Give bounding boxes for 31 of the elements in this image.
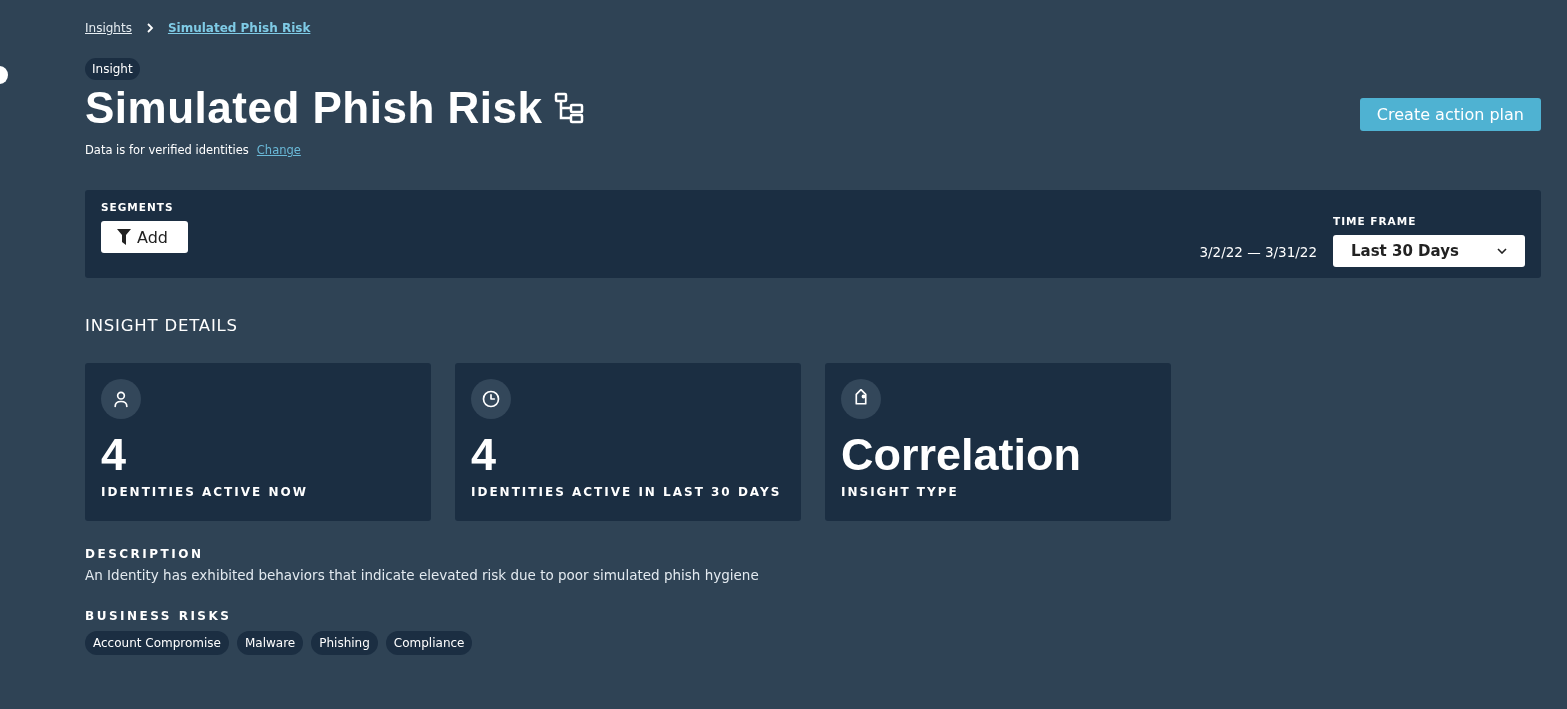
stat-label: IDENTITIES ACTIVE NOW <box>101 485 309 499</box>
time-frame-select[interactable]: Last 30 Days <box>1333 235 1525 267</box>
person-icon <box>111 389 131 409</box>
date-range: 3/2/22 — 3/31/22 <box>1199 244 1317 262</box>
clock-icon <box>481 389 501 409</box>
hierarchy-icon[interactable] <box>554 92 585 124</box>
risk-tag: Compliance <box>385 631 473 655</box>
breadcrumb-link[interactable]: Simulated Phish Risk <box>167 21 311 35</box>
time-frame-label: TIME FRAME <box>1333 215 1418 227</box>
chevron-icon <box>145 23 154 33</box>
stat-label: INSIGHT TYPE <box>841 485 960 499</box>
filter-icon <box>117 229 131 245</box>
description-heading: DESCRIPTION <box>85 547 205 561</box>
section-title: INSIGHT DETAILS <box>85 316 239 335</box>
insight-badge: Insight <box>85 58 140 80</box>
stat-label: IDENTITIES ACTIVE IN LAST 30 DAYS <box>471 485 783 499</box>
page-title: Simulated Phish Risk <box>85 83 543 133</box>
chevron-down-icon <box>1497 248 1507 254</box>
stat-value: 4 <box>471 429 498 481</box>
stat-value: Correlation <box>841 429 1083 481</box>
data-note: Data is for verified identities <box>85 143 249 157</box>
business-risks-heading: BUSINESS RISKS <box>85 609 233 623</box>
description-text: An Identity has exhibited behaviors that indicate elevated risk due to poor simulated phish hygiene <box>85 567 760 583</box>
segments-label: SEGMENTS <box>101 201 175 213</box>
add-segment-button[interactable]: Add <box>101 221 188 253</box>
change-link[interactable]: Change <box>256 143 301 157</box>
risk-tag: Malware <box>236 631 304 655</box>
stat-value: 4 <box>101 429 128 481</box>
risk-tag: Phishing <box>311 631 378 655</box>
risk-tag: Account Compromise <box>85 631 229 655</box>
breadcrumb-link[interactable]: Insights <box>85 21 132 35</box>
